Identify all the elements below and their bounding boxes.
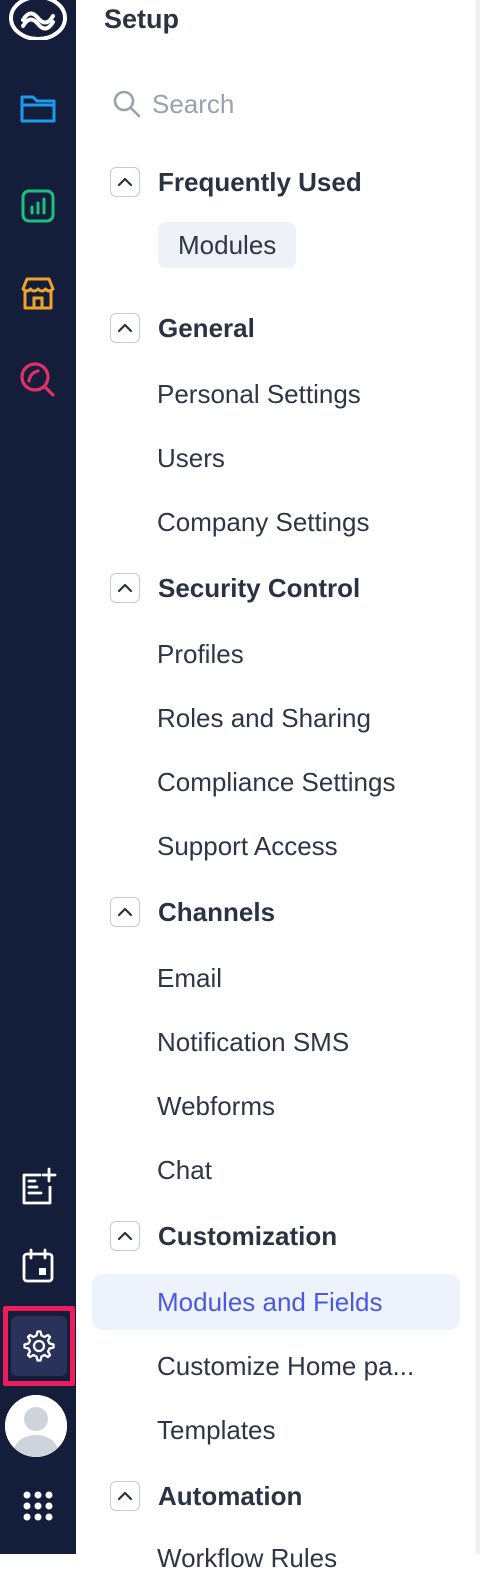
apps-grid-icon[interactable]	[0, 1484, 76, 1528]
nav-item-profiles[interactable]: Profiles	[157, 639, 244, 670]
section-frequently-used[interactable]: Frequently Used	[110, 165, 362, 199]
section-channels[interactable]: Channels	[110, 895, 275, 929]
zoho-logo-icon[interactable]	[0, 0, 76, 40]
chevron-up-icon[interactable]	[110, 1481, 140, 1511]
chevron-up-icon[interactable]	[110, 1221, 140, 1251]
chevron-up-icon[interactable]	[110, 167, 140, 197]
search-input[interactable]: Search	[112, 84, 234, 124]
section-automation[interactable]: Automation	[110, 1479, 302, 1513]
settings-button[interactable]	[11, 1316, 67, 1376]
section-label: Channels	[158, 896, 276, 927]
analytics-icon[interactable]	[0, 184, 76, 228]
nav-item-webforms[interactable]: Webforms	[157, 1091, 275, 1122]
search-icon	[113, 90, 141, 118]
nav-item-customize-home-page[interactable]: Customize Home pa...	[157, 1351, 414, 1382]
nav-item-chat[interactable]: Chat	[157, 1155, 212, 1186]
store-icon[interactable]	[0, 272, 76, 316]
search-placeholder: Search	[152, 88, 235, 119]
section-security-control[interactable]: Security Control	[110, 571, 360, 605]
chevron-up-icon[interactable]	[110, 313, 140, 343]
page-title: Setup	[104, 4, 180, 34]
nav-item-personal-settings[interactable]: Personal Settings	[157, 379, 361, 410]
nav-item-templates[interactable]: Templates	[157, 1415, 276, 1446]
gear-icon	[23, 1330, 55, 1362]
avatar-icon[interactable]	[5, 1395, 67, 1457]
calendar-icon[interactable]	[0, 1244, 76, 1288]
section-label: Frequently Used	[158, 166, 362, 197]
nav-item-email[interactable]: Email	[157, 963, 222, 994]
chevron-up-icon[interactable]	[110, 573, 140, 603]
nav-item-roles-and-sharing[interactable]: Roles and Sharing	[157, 703, 371, 734]
nav-item-notification-sms[interactable]: Notification SMS	[157, 1027, 349, 1058]
nav-item-modules-and-fields[interactable]: Modules and Fields	[157, 1287, 382, 1318]
section-label: Customization	[158, 1220, 338, 1251]
section-label: General	[158, 312, 255, 343]
nav-item-company-settings[interactable]: Company Settings	[157, 507, 369, 538]
section-label: Security Control	[158, 572, 361, 603]
search-magnifier-icon[interactable]	[0, 358, 76, 402]
nav-item-modules[interactable]: Modules	[158, 222, 297, 268]
nav-item-support-access[interactable]: Support Access	[157, 831, 338, 862]
section-customization[interactable]: Customization	[110, 1219, 337, 1253]
add-note-icon[interactable]	[0, 1164, 76, 1210]
nav-item-workflow-rules[interactable]: Workflow Rules	[157, 1543, 337, 1574]
nav-item-users[interactable]: Users	[157, 443, 225, 474]
folder-icon[interactable]	[0, 86, 76, 130]
nav-item-compliance-settings[interactable]: Compliance Settings	[157, 767, 395, 798]
section-general[interactable]: General	[110, 311, 255, 345]
section-label: Automation	[158, 1480, 303, 1511]
chevron-up-icon[interactable]	[110, 897, 140, 927]
panel-divider	[476, 0, 480, 1554]
